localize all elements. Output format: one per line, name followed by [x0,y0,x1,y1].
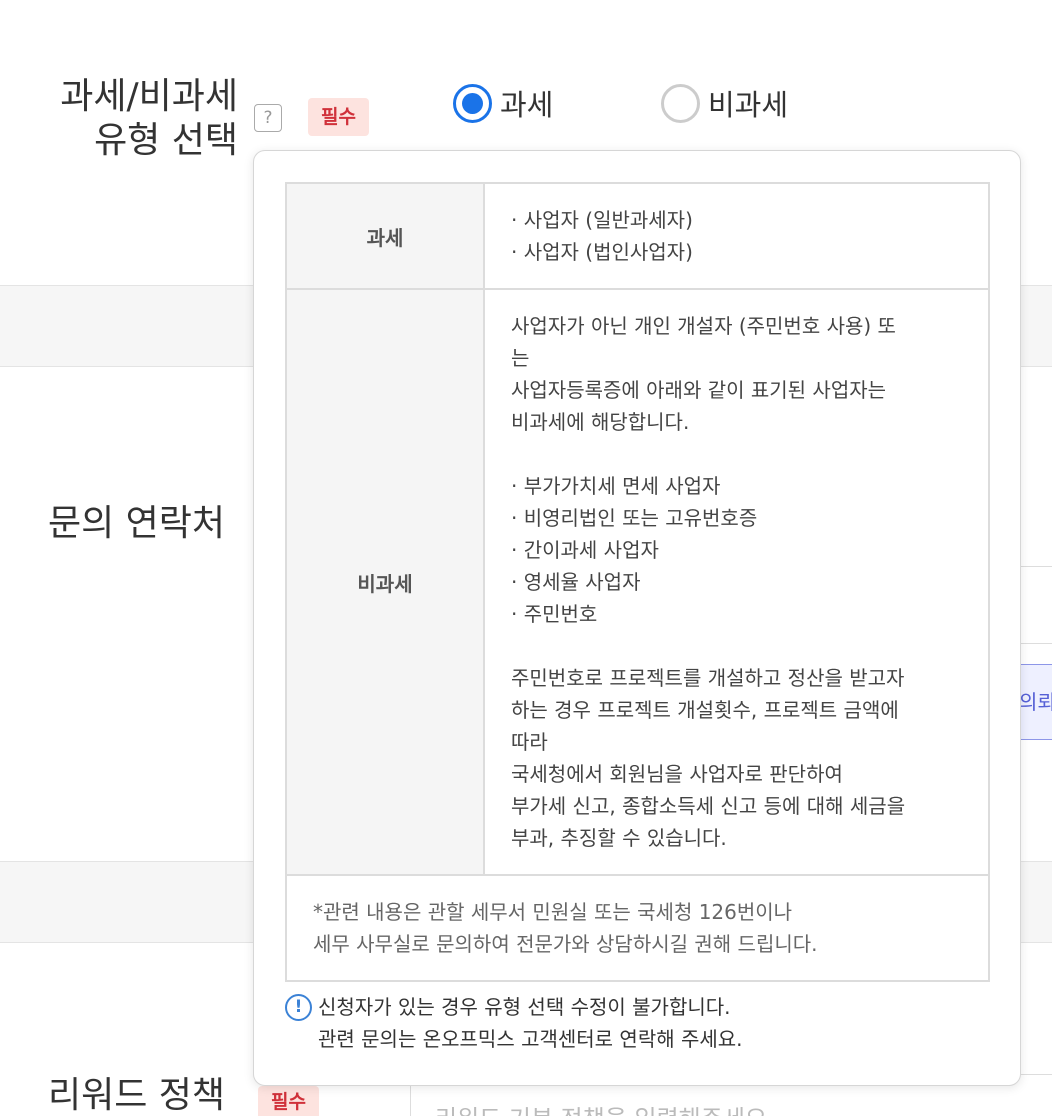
info-exclamation-icon: ! [285,994,312,1021]
list-item: · 비영리법인 또는 고유번호증 [511,506,758,530]
reward-policy-label: 리워드 정책 [48,1075,226,1116]
tax-type-label: 과세/비과세 유형 선택 [60,76,238,161]
tax-type-table: 과세 · 사업자 (일반과세자) · 사업자 (법인사업자) 비과세 사업자가 … [285,182,990,982]
radio-label: 과세 [500,88,554,122]
radio-unchecked-icon [661,83,700,123]
table-row: 과세 · 사업자 (일반과세자) · 사업자 (법인사업자) [285,182,990,290]
required-badge: 필수 [308,98,369,136]
radio-non-taxable[interactable]: 비과세 [661,82,788,124]
table-header-taxable: 과세 [285,182,485,290]
list-item: · 간이과세 사업자 [511,538,659,562]
tax-type-help-popover: 과세 · 사업자 (일반과세자) · 사업자 (법인사업자) 비과세 사업자가 … [253,150,1021,1086]
table-row: *관련 내용은 관할 세무서 민원실 또는 국세청 126번이나 세무 사무실로… [285,874,990,982]
contact-label: 문의 연락처 [48,503,226,544]
table-cell-non-taxable: 사업자가 아닌 개인 개설자 (주민번호 사용) 또 는 사업자등록증에 아래와… [483,288,990,876]
table-note: *관련 내용은 관할 세무서 민원실 또는 국세청 126번이나 세무 사무실로… [285,874,990,982]
table-header-non-taxable: 비과세 [285,288,485,876]
list-item: · 주민번호 [511,602,598,626]
required-badge: 필수 [258,1086,319,1116]
list-item: · 영세율 사업자 [511,570,641,594]
table-cell-taxable: · 사업자 (일반과세자) · 사업자 (법인사업자) [483,182,990,290]
radio-checked-icon [453,83,492,123]
list-item: · 부가가치세 면세 사업자 [511,474,721,498]
edit-restriction-notice: ! 신청자가 있는 경우 유형 선택 수정이 불가합니다. 관련 문의는 온오프… [285,991,743,1055]
radio-label: 비과세 [708,88,789,122]
radio-taxable[interactable]: 과세 [453,82,553,124]
table-row: 비과세 사업자가 아닌 개인 개설자 (주민번호 사용) 또 는 사업자등록증에… [285,288,990,876]
help-icon[interactable]: ? [254,104,282,132]
